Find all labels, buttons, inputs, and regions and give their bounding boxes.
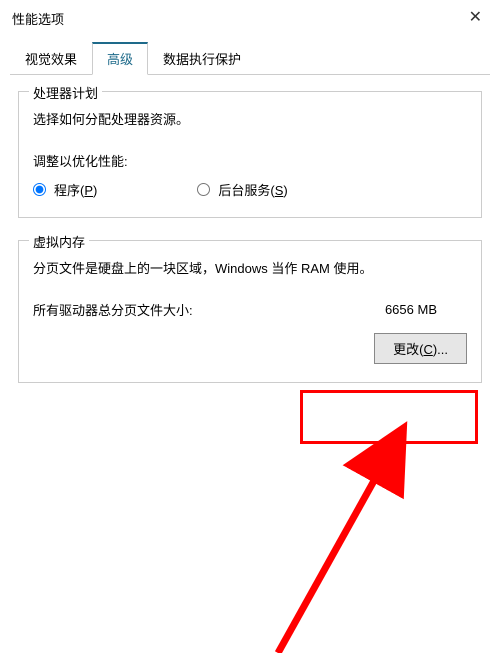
titlebar: 性能选项 ✕ (0, 0, 500, 34)
radio-row: 程序(P) 后台服务(S) (33, 180, 467, 199)
radio-background-label: 后台服务(S) (218, 180, 287, 199)
adjust-label: 调整以优化性能: (33, 151, 467, 170)
radio-programs-label: 程序(P) (54, 180, 97, 199)
radio-programs-input[interactable] (33, 183, 46, 196)
radio-background[interactable]: 后台服务(S) (197, 180, 287, 199)
vm-group-title: 虚拟内存 (29, 232, 89, 251)
vm-total-label: 所有驱动器总分页文件大小: (33, 300, 193, 319)
vm-total-row: 所有驱动器总分页文件大小: 6656 MB (33, 300, 467, 319)
annotation-highlight (300, 390, 478, 444)
radio-programs[interactable]: 程序(P) (33, 180, 97, 199)
change-button[interactable]: 更改(C)... (374, 333, 467, 364)
vm-total-value: 6656 MB (385, 302, 467, 317)
vm-desc: 分页文件是硬盘上的一块区域，Windows 当作 RAM 使用。 (33, 259, 467, 280)
processor-desc: 选择如何分配处理器资源。 (33, 110, 467, 131)
processor-group-title: 处理器计划 (29, 83, 102, 102)
window-title: 性能选项 (12, 9, 64, 28)
radio-background-input[interactable] (197, 183, 210, 196)
tab-advanced[interactable]: 高级 (92, 42, 148, 75)
processor-scheduling-group: 处理器计划 选择如何分配处理器资源。 调整以优化性能: 程序(P) 后台服务(S… (18, 91, 482, 218)
tab-dep[interactable]: 数据执行保护 (148, 42, 256, 74)
tab-strip: 视觉效果 高级 数据执行保护 (10, 42, 490, 75)
tab-visual-effects[interactable]: 视觉效果 (10, 42, 92, 74)
vm-button-row: 更改(C)... (33, 333, 467, 364)
close-icon[interactable]: ✕ (463, 8, 488, 28)
content-area: 处理器计划 选择如何分配处理器资源。 调整以优化性能: 程序(P) 后台服务(S… (0, 75, 500, 383)
virtual-memory-group: 虚拟内存 分页文件是硬盘上的一块区域，Windows 当作 RAM 使用。 所有… (18, 240, 482, 383)
